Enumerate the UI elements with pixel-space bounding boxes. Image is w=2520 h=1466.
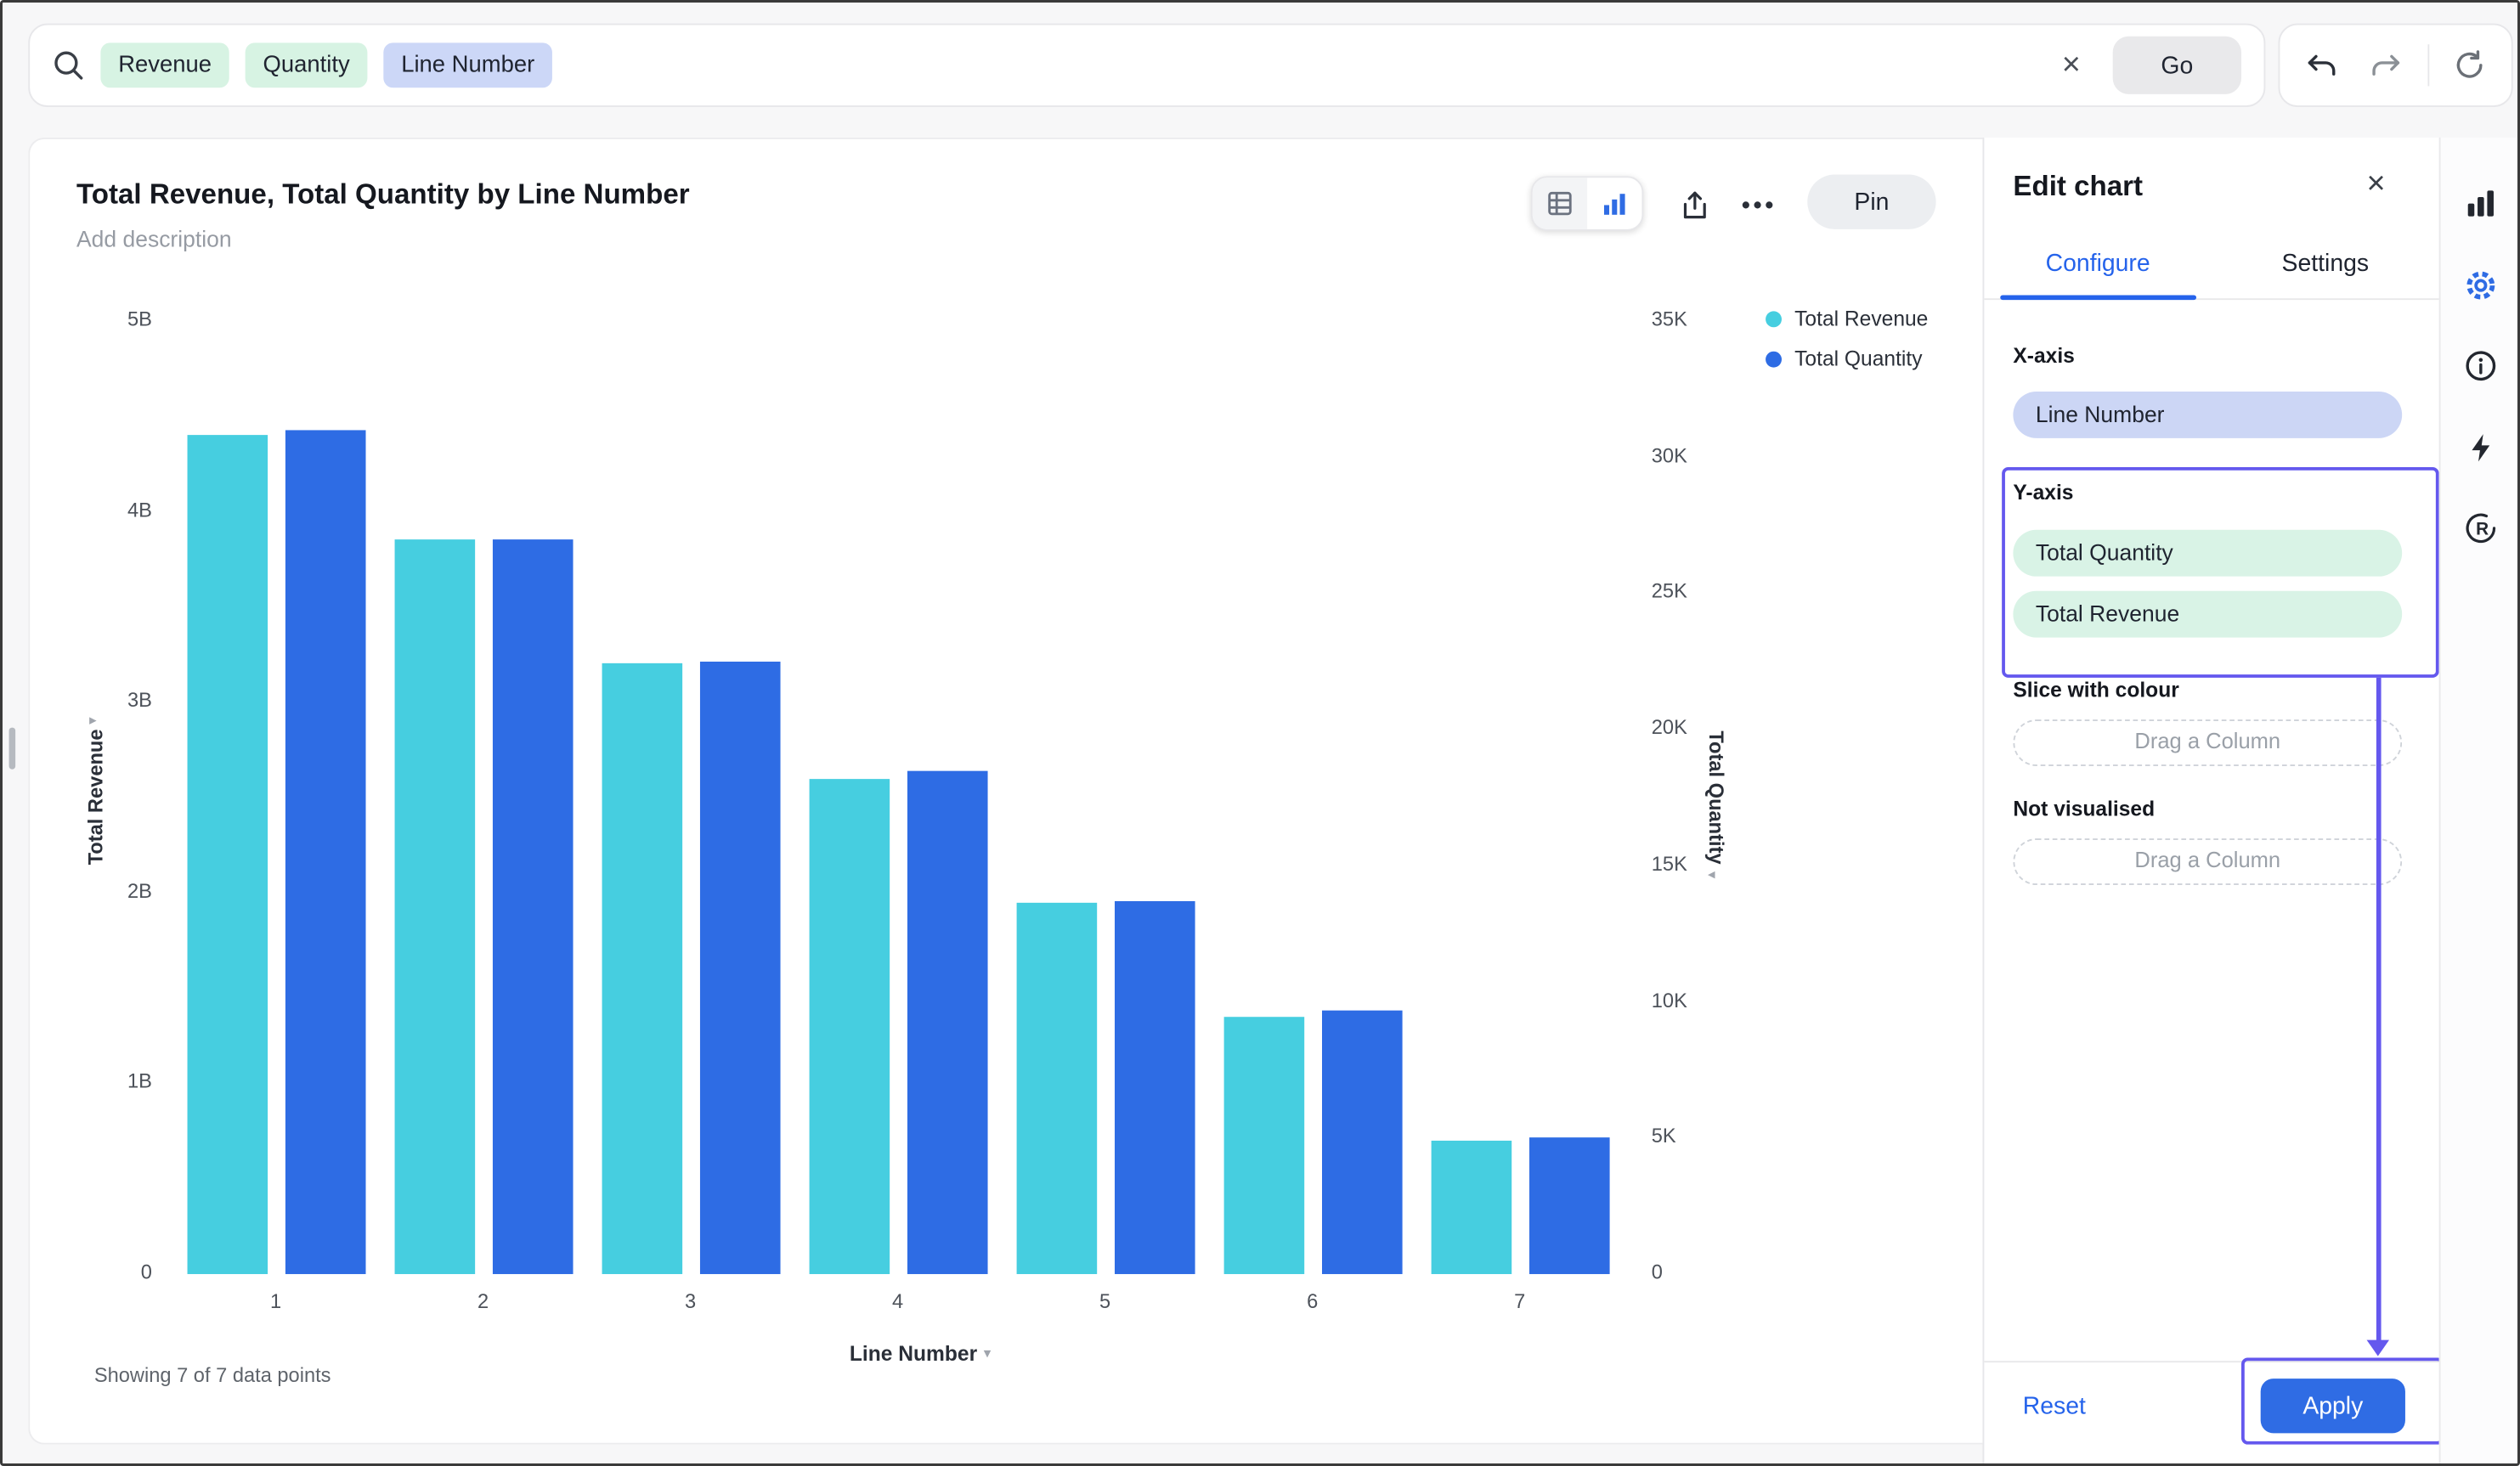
tab-configure[interactable]: Configure xyxy=(1984,240,2212,301)
legend-label: Total Quantity xyxy=(1794,347,1923,371)
slice-drop-zone[interactable]: Drag a Column xyxy=(2013,719,2403,766)
bar-total-quantity[interactable] xyxy=(284,430,365,1275)
search-tokens: Revenue Quantity Line Number xyxy=(100,42,553,88)
history-controls xyxy=(2278,23,2513,108)
go-button[interactable]: Go xyxy=(2112,36,2241,94)
bar-total-revenue[interactable] xyxy=(186,435,268,1275)
not-visualised-drop-zone[interactable]: Drag a Column xyxy=(2013,838,2403,886)
x-axis-caret-icon: ▾ xyxy=(983,1345,992,1362)
data-points-footer: Showing 7 of 7 data points xyxy=(93,1364,331,1387)
redo-button[interactable] xyxy=(2362,41,2410,89)
bar-total-quantity[interactable] xyxy=(699,661,780,1275)
x-tick-label: 1 xyxy=(269,1289,282,1313)
y-axis-pills: Total Quantity Total Revenue xyxy=(2013,529,2403,638)
bar-total-quantity[interactable] xyxy=(1321,1010,1402,1275)
rail-chart-icon[interactable] xyxy=(2452,175,2510,233)
bar-total-quantity[interactable] xyxy=(1114,900,1195,1275)
x-axis-title[interactable]: Line Number ▾ xyxy=(743,1342,1097,1366)
clear-search-button[interactable]: × xyxy=(2046,47,2097,84)
legend-item[interactable]: Total Quantity xyxy=(1766,339,1928,379)
right-axis-title[interactable]: Total Quantity xyxy=(1698,321,1734,1274)
rail-settings-gear-icon[interactable] xyxy=(2452,257,2510,314)
bar-total-revenue[interactable] xyxy=(1015,902,1097,1275)
edit-chart-panel: Edit chart × Configure Settings X-axis L… xyxy=(1982,137,2444,1463)
bar-total-quantity[interactable] xyxy=(1528,1137,1609,1275)
chart-legend: Total Revenue Total Quantity xyxy=(1766,298,1928,379)
view-toggle xyxy=(1530,176,1644,231)
y-axis-section-label: Y-axis xyxy=(2013,480,2074,505)
divider xyxy=(2427,44,2429,87)
share-icon[interactable] xyxy=(1666,178,1724,232)
rail-lightning-icon[interactable] xyxy=(2452,419,2510,476)
bar-total-revenue[interactable] xyxy=(393,539,475,1275)
tab-settings[interactable]: Settings xyxy=(2212,240,2439,298)
left-axis-caret-icon: ▸ xyxy=(89,711,97,728)
search-token[interactable]: Revenue xyxy=(100,42,229,88)
apply-button[interactable]: Apply xyxy=(2260,1379,2405,1434)
plot-area: 1 2 3 4 5 6 7 xyxy=(165,321,1643,1312)
column-pill[interactable]: Total Revenue xyxy=(2013,590,2403,638)
undo-button[interactable] xyxy=(2297,41,2345,89)
search-token[interactable]: Quantity xyxy=(245,42,368,88)
table-view-icon[interactable] xyxy=(1532,178,1588,229)
x-tick-label: 2 xyxy=(477,1289,489,1313)
panel-tabs: Configure Settings xyxy=(1984,240,2439,301)
bar-total-revenue[interactable] xyxy=(1223,1017,1304,1275)
svg-text:R: R xyxy=(2476,519,2489,538)
chart-title: Total Revenue, Total Quantity by Line Nu… xyxy=(76,178,690,211)
close-icon[interactable]: × xyxy=(2367,166,2386,204)
x-axis-pills: Line Number xyxy=(2013,392,2403,438)
annotation-arrow-head xyxy=(2366,1339,2390,1356)
legend-item[interactable]: Total Revenue xyxy=(1766,298,1928,338)
more-options-button[interactable]: ••• xyxy=(1730,178,1788,232)
right-axis-caret-icon: ◂ xyxy=(1707,866,1715,882)
x-tick-label: 5 xyxy=(1099,1289,1111,1313)
x-tick-label: 6 xyxy=(1307,1289,1319,1313)
pin-button[interactable]: Pin xyxy=(1807,174,1936,229)
legend-dot-icon xyxy=(1766,310,1783,327)
bar-total-revenue[interactable] xyxy=(1430,1140,1511,1275)
column-pill[interactable]: Line Number xyxy=(2013,392,2403,438)
column-pill[interactable]: Total Quantity xyxy=(2013,529,2403,577)
ellipsis-icon: ••• xyxy=(1741,191,1777,219)
chart-view-icon[interactable] xyxy=(1587,178,1641,229)
app-window: Revenue Quantity Line Number × Go Total Re… xyxy=(0,0,2520,1466)
legend-label: Total Revenue xyxy=(1794,306,1929,331)
rail-r-analysis-icon[interactable]: R xyxy=(2452,499,2510,557)
search-icon xyxy=(53,49,85,82)
bar-total-revenue[interactable] xyxy=(808,778,890,1275)
rail-info-icon[interactable] xyxy=(2452,337,2510,395)
refresh-button[interactable] xyxy=(2446,41,2495,89)
x-tick-label: 4 xyxy=(892,1289,904,1313)
x-tick-label: 7 xyxy=(1514,1289,1526,1313)
not-visualised-section-label: Not visualised xyxy=(2013,796,2156,821)
search-bar[interactable]: Revenue Quantity Line Number × Go xyxy=(28,23,2266,108)
x-tick-label: 3 xyxy=(685,1289,697,1313)
bar-total-revenue[interactable] xyxy=(601,663,682,1275)
panel-title: Edit chart xyxy=(2013,169,2144,202)
reset-button[interactable]: Reset xyxy=(2023,1393,2086,1420)
x-axis-section-label: X-axis xyxy=(2013,343,2075,368)
panel-footer: Reset Apply xyxy=(1984,1361,2439,1463)
bar-total-quantity[interactable] xyxy=(491,538,573,1275)
bar-total-quantity[interactable] xyxy=(907,770,987,1275)
panel-resize-handle[interactable] xyxy=(8,727,16,770)
slice-section-label: Slice with colour xyxy=(2013,677,2179,702)
chart-card: Total Revenue, Total Quantity by Line Nu… xyxy=(28,137,1983,1445)
search-token[interactable]: Line Number xyxy=(383,42,553,88)
right-icon-rail: R xyxy=(2438,137,2517,1463)
legend-dot-icon xyxy=(1766,350,1783,367)
annotation-arrow-line xyxy=(2376,677,2381,1342)
add-description[interactable]: Add description xyxy=(76,226,232,251)
left-axis-title[interactable]: Total Revenue xyxy=(78,321,114,1274)
